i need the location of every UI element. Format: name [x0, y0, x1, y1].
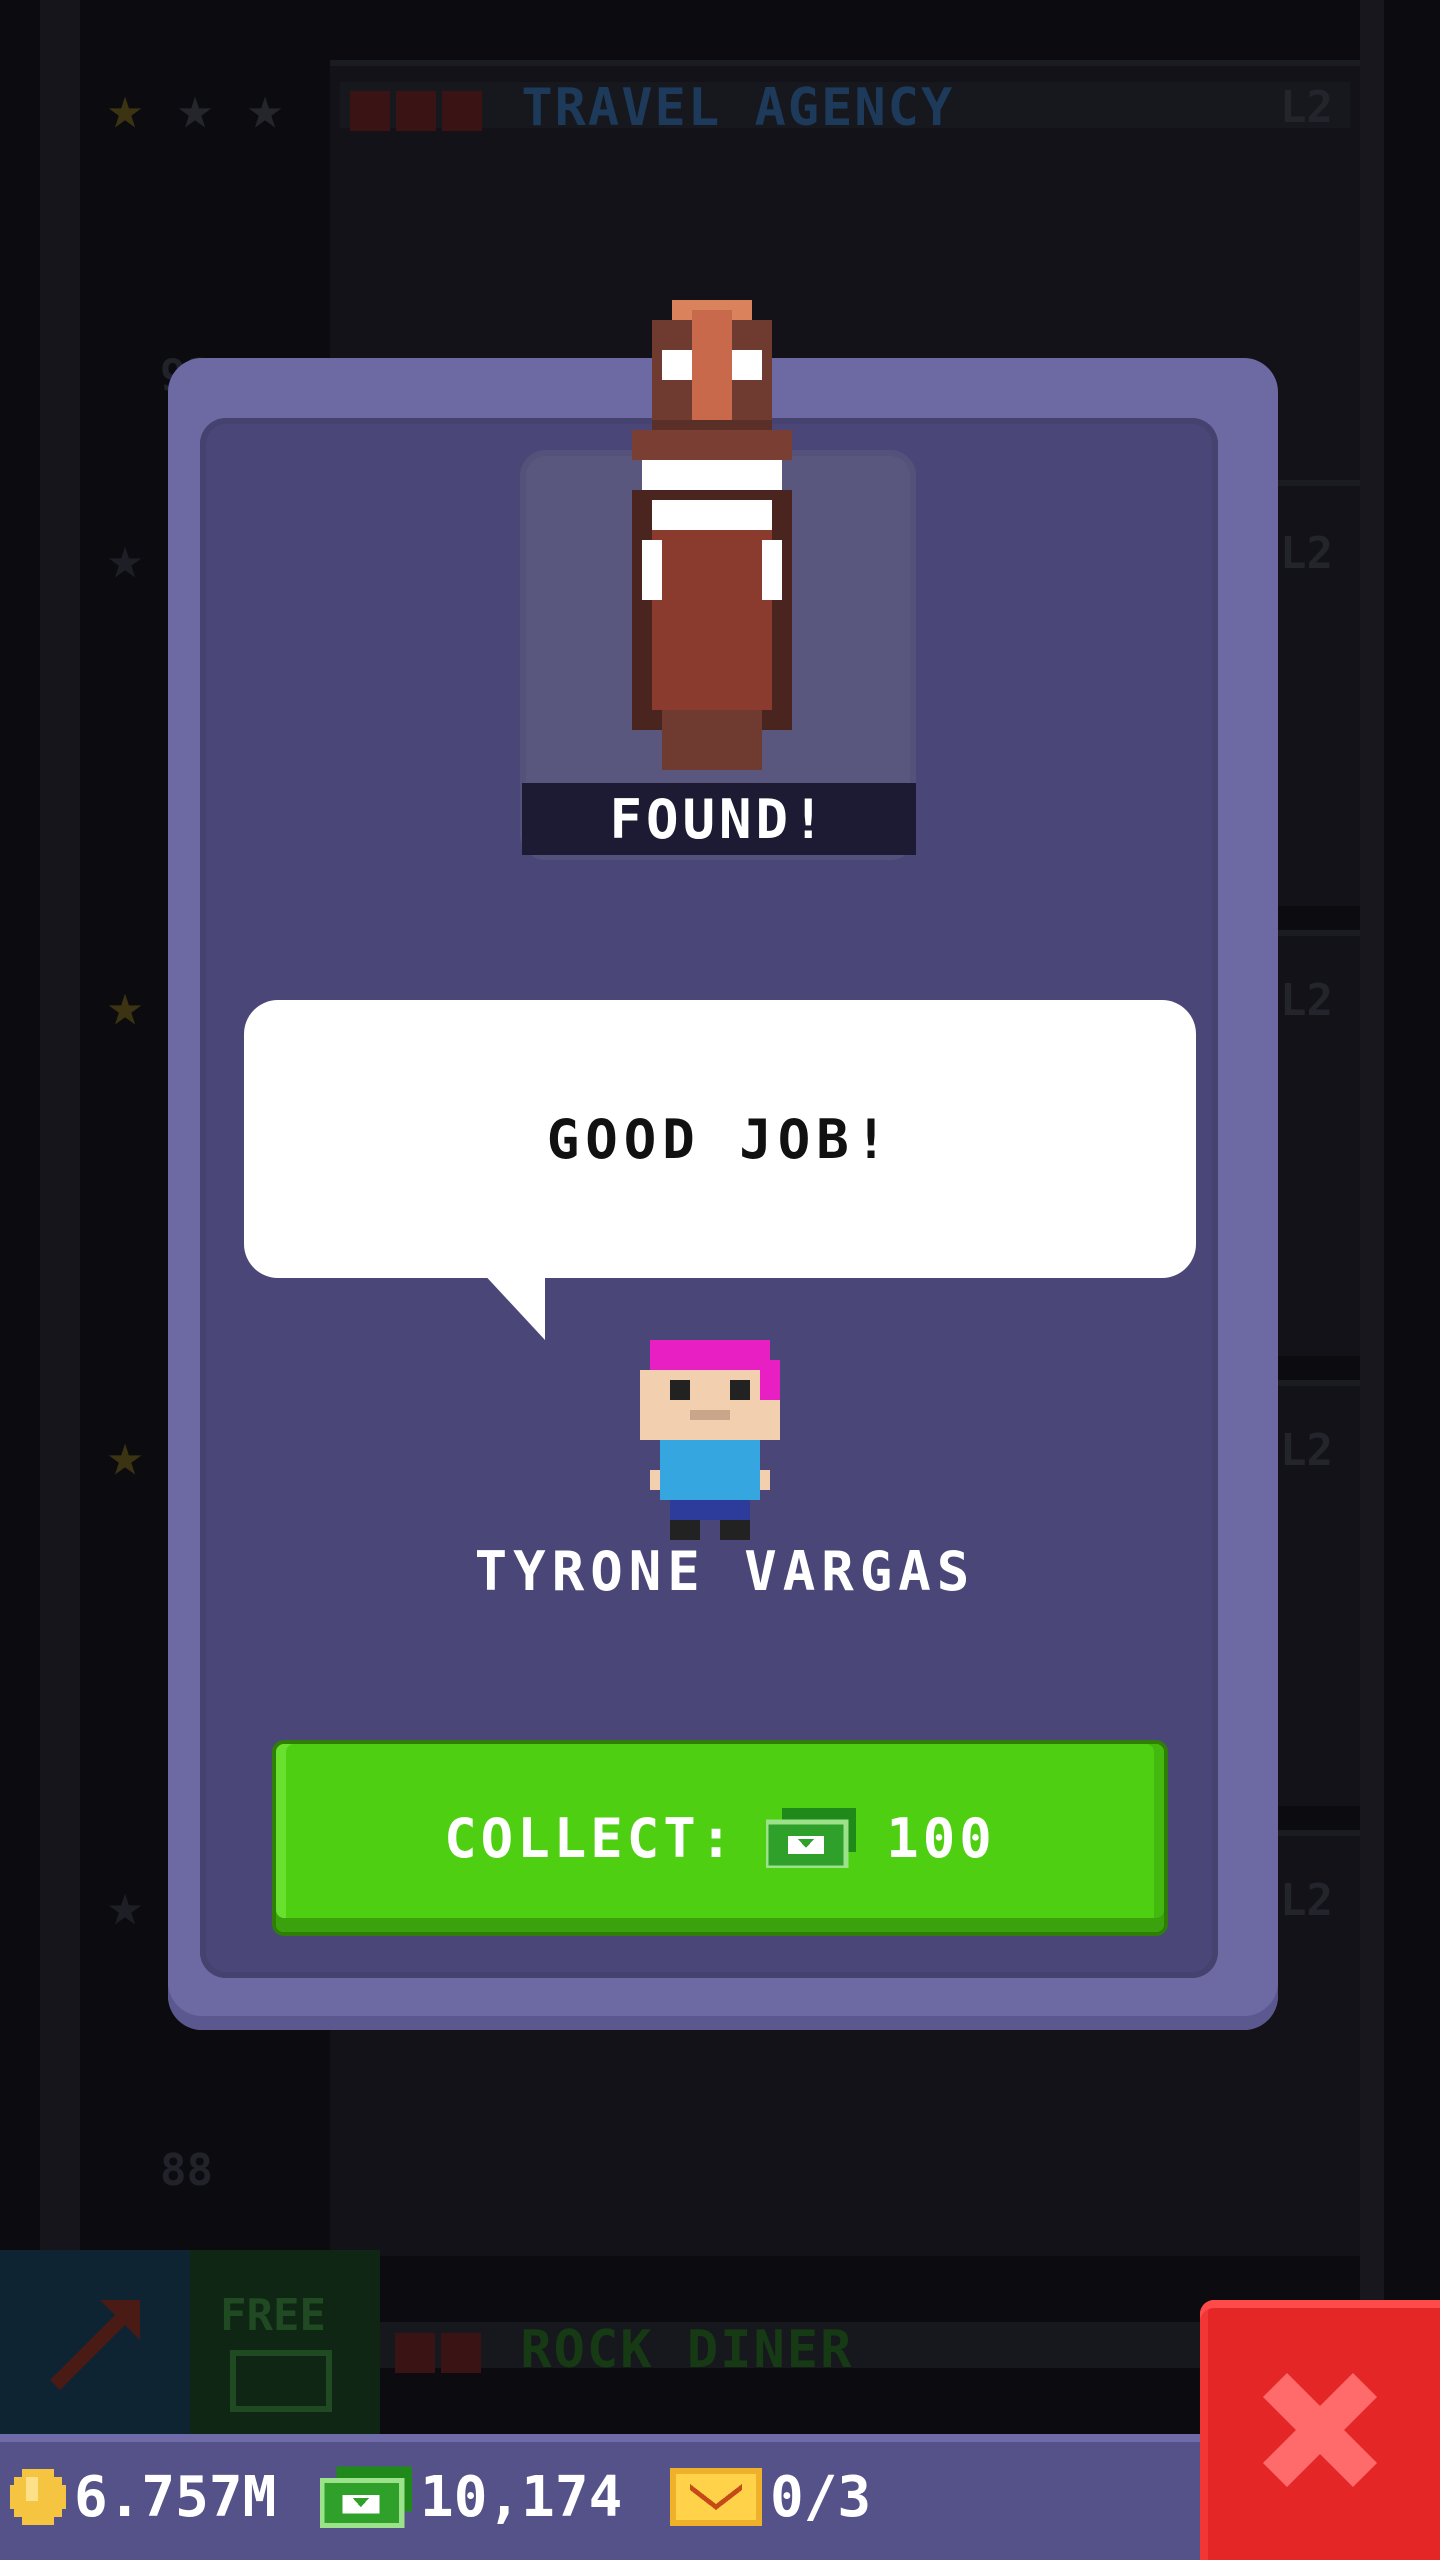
- x-mark-icon: [441, 2333, 481, 2373]
- close-button[interactable]: [1200, 2300, 1440, 2560]
- bux-icon: [320, 2466, 412, 2529]
- collect-amount: 100: [886, 1806, 996, 1870]
- ticket-icon: [670, 2468, 762, 2526]
- coin-icon: [10, 2469, 66, 2525]
- x-mark-icon: [442, 91, 482, 131]
- bux-icon: [230, 2350, 332, 2412]
- star-icon: ★: [106, 970, 144, 1040]
- tickets-counter[interactable]: 0/3: [670, 2462, 871, 2532]
- bux-counter[interactable]: 10,174: [320, 2462, 622, 2532]
- elevator-shaft: [40, 0, 80, 2440]
- floor-level-tag: L2: [1280, 528, 1333, 579]
- bitizen-avatar: [640, 1340, 780, 1540]
- bitizen-name: TYRONE VARGAS: [474, 1540, 976, 1603]
- speech-bubble-tail: [480, 1270, 545, 1340]
- close-icon: [1262, 2372, 1378, 2488]
- collect-button[interactable]: COLLECT: 100: [276, 1744, 1164, 1932]
- tiki-mask-icon: [632, 300, 792, 770]
- x-mark-icon: [395, 2333, 435, 2373]
- found-label: FOUND!: [522, 783, 916, 855]
- star-icon: ★: [246, 73, 284, 143]
- floor-number: 88: [160, 2145, 213, 2196]
- arrow-icon: [50, 2300, 140, 2390]
- star-icon: ★: [176, 73, 214, 143]
- coins-counter[interactable]: 6.757M: [10, 2462, 276, 2532]
- floor-level-tag: L2: [1280, 82, 1333, 133]
- collect-label: COLLECT:: [444, 1806, 737, 1870]
- bux-value: 10,174: [420, 2464, 623, 2530]
- raffle-button[interactable]: [0, 2250, 190, 2440]
- bux-icon: [763, 1808, 857, 1871]
- speech-text: GOOD JOB!: [546, 1107, 894, 1171]
- free-bux-button[interactable]: FREE: [190, 2250, 380, 2440]
- star-icon: ★: [106, 523, 144, 593]
- speech-bubble: GOOD JOB!: [244, 1000, 1196, 1278]
- tickets-value: 0/3: [770, 2464, 872, 2530]
- star-icon: ★: [106, 1420, 144, 1490]
- star-icon: ★: [106, 1870, 144, 1940]
- x-mark-icon: [350, 91, 390, 131]
- floor-level-tag: L2: [1280, 1425, 1333, 1476]
- floor-level-tag: L2: [1280, 1875, 1333, 1926]
- tower-right-wall: [1360, 0, 1384, 2440]
- free-label: FREE: [220, 2290, 326, 2341]
- star-icon: ★: [106, 73, 144, 143]
- floor-level-tag: L2: [1280, 975, 1333, 1026]
- coins-value: 6.757M: [74, 2464, 277, 2530]
- floor-title-travel-agency: TRAVEL AGENCY: [350, 78, 954, 138]
- floor-title-rock-diner: ROCK DINER: [395, 2320, 853, 2380]
- x-mark-icon: [396, 91, 436, 131]
